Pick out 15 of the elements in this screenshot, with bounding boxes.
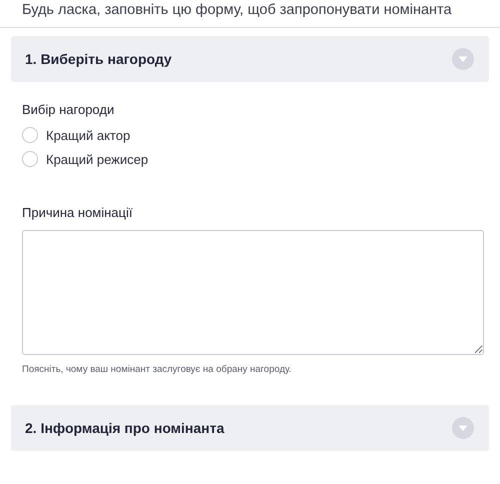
reason-textarea[interactable] bbox=[22, 230, 484, 355]
section-header[interactable]: 1. Виберіть нагороду bbox=[11, 36, 489, 82]
radio-label: Кращий режисер bbox=[46, 152, 148, 166]
section-title: 2. Інформація про номінанта bbox=[25, 420, 224, 436]
hint-text: Поясніть, чому ваш номінант заслуговує на обрану нагороду. bbox=[22, 364, 292, 375]
intro-text: Будь ласка, заповніть цю форму, щоб запропонувати номінанта bbox=[21, 2, 453, 19]
radio-button[interactable] bbox=[22, 151, 38, 167]
chevron-down-icon bbox=[452, 48, 474, 70]
section-title: 1. Виберіть нагороду bbox=[25, 51, 172, 67]
radio-label: Кращий актор bbox=[46, 128, 130, 142]
field-label: Причина номінації bbox=[22, 205, 132, 220]
radio-button[interactable] bbox=[22, 127, 38, 143]
chevron-down-icon bbox=[452, 417, 474, 439]
field-label: Вибір нагороди bbox=[22, 102, 114, 117]
section-header[interactable]: 2. Інформація про номінанта bbox=[11, 405, 489, 451]
